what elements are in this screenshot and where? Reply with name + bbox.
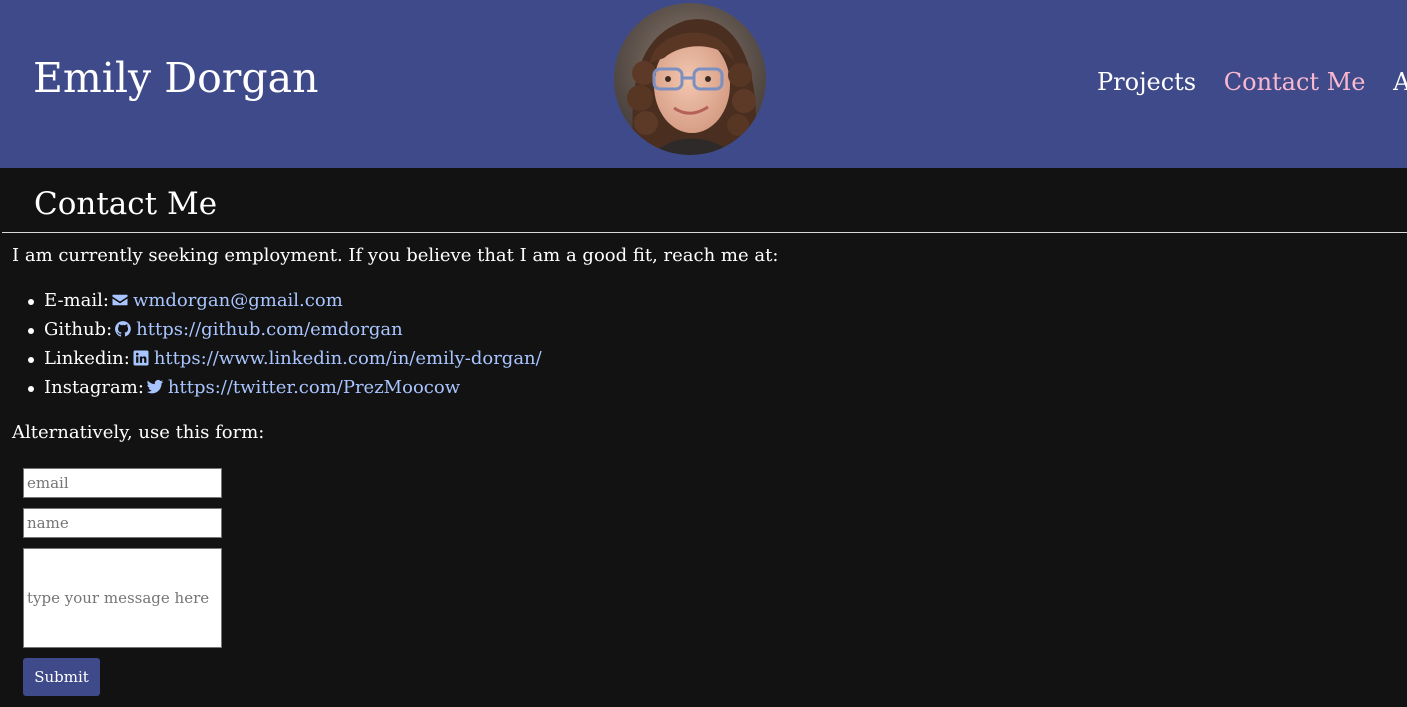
profile-photo-icon [614,3,766,155]
linkedin-link[interactable]: https://www.linkedin.com/in/emily-dorgan… [154,348,542,369]
contact-label: Linkedin: [44,348,130,369]
page-title: Contact Me [34,186,218,222]
form-intro-text: Alternatively, use this form: [12,422,265,443]
site-title: Emily Dorgan [33,54,319,102]
nav-projects[interactable]: Projects [1097,68,1196,96]
github-link[interactable]: https://github.com/emdorgan [136,319,403,340]
submit-button[interactable]: Submit [23,658,100,696]
nav-about[interactable]: About [1393,68,1407,96]
contact-item-linkedin: Linkedin: https://www.linkedin.com/in/emi… [28,346,542,375]
contact-label: Github: [44,319,113,340]
envelope-icon [112,294,128,306]
email-link[interactable]: wmdorgan@gmail.com [133,290,343,311]
message-field[interactable] [23,548,222,648]
name-field[interactable] [23,508,222,538]
nav-contact-me[interactable]: Contact Me [1224,68,1366,96]
avatar [614,3,766,155]
contact-item-email: E-mail: wmdorgan@gmail.com [28,288,542,317]
main-nav: Projects Contact Me About [1097,64,1407,100]
twitter-link[interactable]: https://twitter.com/PrezMoocow [168,377,460,398]
contact-list: E-mail: wmdorgan@gmail.com Github: https:/… [28,288,542,404]
contact-item-github: Github: https://github.com/emdorgan [28,317,542,346]
contact-label: Instagram: [44,377,144,398]
intro-text: I am currently seeking employment. If yo… [12,245,779,266]
github-icon [115,321,131,337]
site-header: Emily Dorgan Projects Contact Me A [0,0,1407,168]
contact-item-instagram: Instagram: https://twitter.com/PrezMoocow [28,375,542,404]
linkedin-icon [133,350,149,366]
twitter-icon [146,379,164,394]
contact-label: E-mail: [44,290,109,311]
email-field[interactable] [23,468,222,498]
heading-divider [2,232,1407,233]
